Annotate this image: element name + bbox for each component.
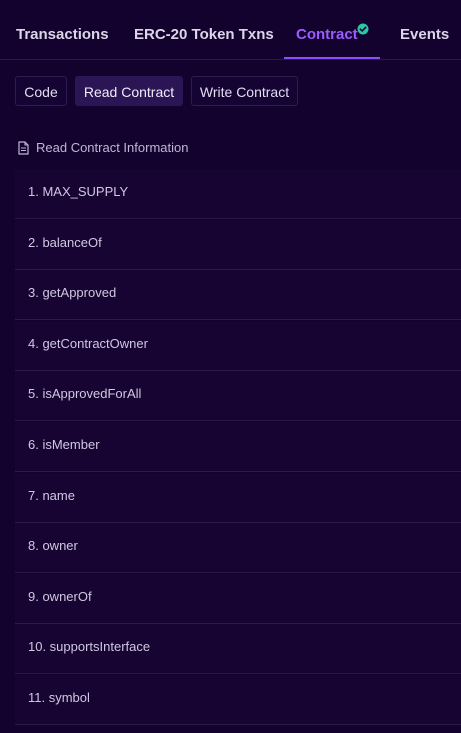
function-name: 8. owner — [28, 538, 78, 554]
function-row[interactable]: 3. getApproved — [15, 270, 461, 321]
function-name: 11. symbol — [28, 689, 90, 705]
function-name: 3. getApproved — [28, 285, 117, 301]
function-name: 9. ownerOf — [28, 588, 92, 604]
function-row[interactable]: 4. getContractOwner — [15, 320, 461, 371]
tab-events[interactable]: Events — [400, 0, 449, 60]
tab-transactions[interactable]: Transactions — [16, 0, 109, 60]
function-name: 4. getContractOwner — [28, 335, 148, 351]
check-circle-icon — [357, 23, 369, 35]
function-row[interactable]: 8. owner — [15, 523, 461, 574]
function-row[interactable]: 1. MAX_SUPPLY — [15, 169, 461, 219]
contract-page: Transactions ERC-20 Token Txns Contract … — [0, 0, 461, 733]
function-name: 6. isMember — [28, 436, 100, 452]
function-list: 1. MAX_SUPPLY 2. balanceOf 3. getApprove… — [15, 169, 461, 726]
function-row[interactable]: 11. symbol — [15, 674, 461, 725]
function-row[interactable]: 7. name — [15, 472, 461, 523]
document-icon — [18, 141, 29, 155]
function-row[interactable]: 6. isMember — [15, 421, 461, 472]
function-name: 7. name — [28, 487, 75, 503]
function-name: 1. MAX_SUPPLY — [28, 184, 129, 199]
function-row[interactable]: 5. isApprovedForAll — [15, 371, 461, 422]
function-name: 2. balanceOf — [28, 234, 102, 250]
function-row[interactable]: 10. supportsInterface — [15, 624, 461, 675]
function-name: 10. supportsInterface — [28, 639, 151, 655]
function-row[interactable]: 2. balanceOf — [15, 219, 461, 270]
section-title: Read Contract Information — [36, 140, 189, 155]
tab-bar: Transactions ERC-20 Token Txns Contract … — [0, 0, 461, 60]
tab-contract[interactable]: Contract — [296, 0, 358, 60]
function-name: 5. isApprovedForAll — [28, 386, 142, 402]
code-button[interactable]: Code — [15, 76, 67, 106]
write-contract-button[interactable]: Write Contract — [191, 76, 298, 106]
tab-erc20-token-txns[interactable]: ERC-20 Token Txns — [134, 0, 274, 60]
read-contract-button[interactable]: Read Contract — [75, 76, 183, 106]
active-tab-indicator — [284, 57, 380, 59]
function-row[interactable]: 9. ownerOf — [15, 573, 461, 624]
